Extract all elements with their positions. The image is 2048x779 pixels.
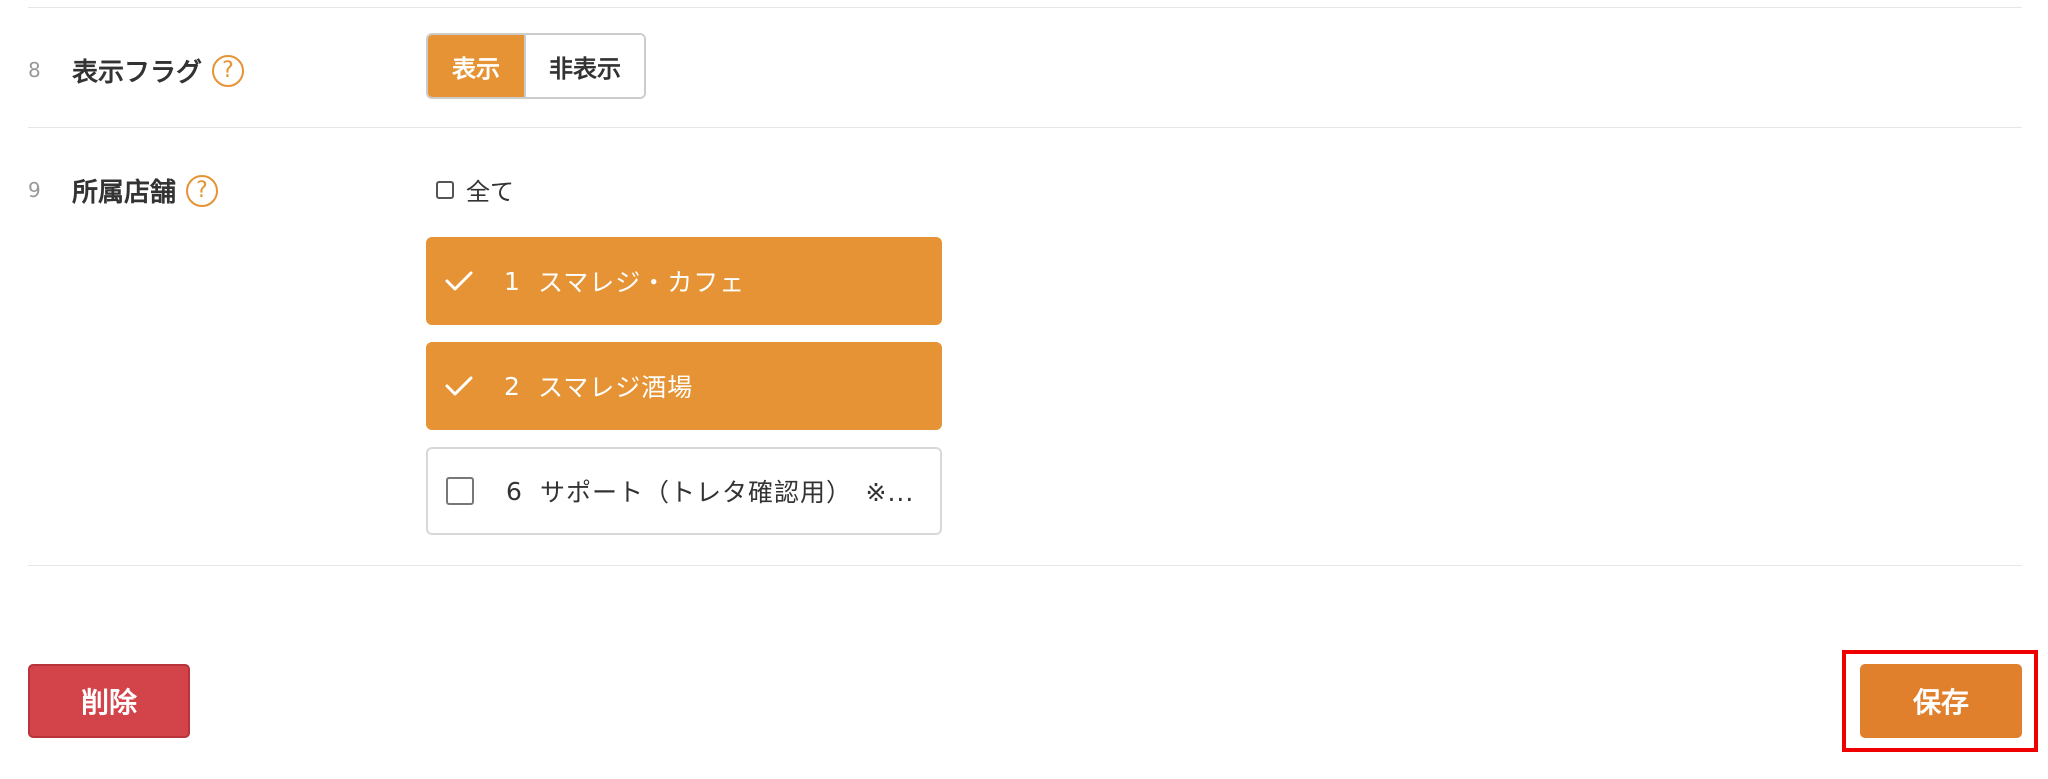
store-id: 2 [504,371,520,401]
store-id: 1 [504,266,520,296]
checkbox-icon[interactable] [436,180,454,199]
display-flag-label: 表示フラグ ? [72,52,245,89]
check-icon [444,269,504,293]
hide-option-button[interactable]: 非表示 [524,35,644,97]
store-item-2[interactable]: 2 スマレジ酒場 [426,342,942,430]
help-icon[interactable]: ? [186,174,219,207]
select-all-label: 全て [466,178,514,206]
row-number: 8 [28,58,41,82]
divider [28,127,2022,128]
check-icon [444,374,504,398]
checkbox-icon[interactable] [446,477,506,505]
store-item-6[interactable]: 6 サポート（トレタ確認用） ※... [426,447,942,535]
help-icon[interactable]: ? [212,54,245,87]
delete-button[interactable]: 削除 [28,664,190,738]
row-number: 9 [28,178,41,202]
divider [28,7,2022,8]
select-all-checkbox[interactable]: 全て [436,172,514,207]
store-name: スマレジ・カフェ [538,268,746,297]
store-name: スマレジ酒場 [538,373,694,402]
show-option-button[interactable]: 表示 [428,35,524,97]
store-item-1[interactable]: 1 スマレジ・カフェ [426,237,942,325]
store-affiliation-label: 所属店舗 ? [72,172,219,209]
display-flag-toggle: 表示 非表示 [426,33,646,99]
field-label: 表示フラグ [72,58,203,88]
save-button-highlight [1842,650,2038,752]
divider [28,565,2022,566]
field-label: 所属店舗 [72,178,177,208]
store-id: 6 [506,476,522,506]
store-settings-form: 8 表示フラグ ? 表示 非表示 9 所属店舗 ? 全て 1 スマレジ・カフェ … [0,0,2048,779]
store-name: サポート（トレタ確認用） ※... [540,478,915,507]
